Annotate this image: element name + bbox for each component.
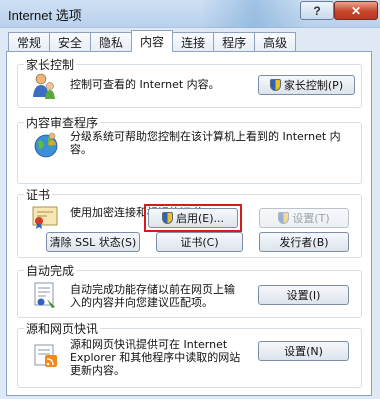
feeds-description-line2: Explorer 和其他程序中读取的网站 (70, 351, 241, 364)
parental-controls-group: 家长控制 控制可查看的 Internet 内容。 家长控制(P) (17, 56, 362, 108)
feeds-description-line1: 源和网页快讯提供可在 Internet (70, 338, 228, 351)
autocomplete-description-line2: 入的内容并向您建议匹配项。 (70, 296, 213, 309)
autocomplete-icon (34, 282, 55, 308)
tab-programs[interactable]: 程序 (213, 32, 256, 52)
close-button[interactable]: ✕ (334, 1, 378, 20)
parental-controls-description: 控制可查看的 Internet 内容。 (70, 78, 220, 91)
title-bar: Internet 选项 ? ✕ (0, 0, 380, 28)
uac-shield-icon (269, 79, 281, 91)
certificates-title: 证书 (24, 186, 53, 203)
tab-security[interactable]: 安全 (49, 32, 92, 52)
tab-connections[interactable]: 连接 (172, 32, 215, 52)
autocomplete-title: 自动完成 (24, 262, 77, 279)
window-title: Internet 选项 (8, 8, 82, 23)
content-tab-panel: 家长控制 控制可查看的 Internet 内容。 家长控制(P) 内容审查程序 … (6, 51, 372, 396)
certificate-icon (32, 206, 58, 229)
tab-content[interactable]: 内容 (131, 30, 174, 52)
publishers-button[interactable]: 发行者(B) (259, 232, 349, 252)
autocomplete-settings-button[interactable]: 设置(I) (258, 285, 349, 305)
tab-privacy[interactable]: 隐私 (90, 32, 133, 52)
parental-controls-title: 家长控制 (24, 56, 77, 73)
title-bar-glass (200, 0, 310, 28)
content-advisor-description-line1: 分级系统可帮助您控制在该计算机上看到的 Internet 内 (70, 130, 341, 143)
tab-strip: 常规 安全 隐私 内容 连接 程序 高级 (8, 30, 297, 52)
clear-ssl-state-button[interactable]: 清除 SSL 状态(S) (46, 232, 140, 252)
feeds-description-line3: 更新内容。 (70, 364, 125, 377)
enable-button-highlight (144, 204, 242, 232)
globe-person-icon (34, 132, 58, 158)
content-advisor-title: 内容审查程序 (24, 114, 101, 131)
autocomplete-group: 自动完成 自动完成功能存储以前在网页上输 入的内容并向您建议匹配项。 设置(I) (17, 262, 362, 318)
tab-general[interactable]: 常规 (8, 32, 51, 52)
content-advisor-group: 内容审查程序 分级系统可帮助您控制在该计算机上看到的 Internet 内 容。 (17, 114, 362, 184)
tab-advanced[interactable]: 高级 (254, 32, 297, 52)
parental-controls-button[interactable]: 家长控制(P) (258, 75, 355, 95)
help-button[interactable]: ? (300, 1, 334, 20)
feeds-title: 源和网页快讯 (24, 320, 101, 337)
parental-users-icon (33, 73, 55, 99)
content-advisor-description-line2: 容。 (70, 143, 92, 156)
parental-controls-button-label: 家长控制(P) (283, 79, 344, 92)
certificates-button[interactable]: 证书(C) (156, 232, 243, 252)
feeds-group: 源和网页快讯 源和网页快讯提供可在 Internet Explorer 和其他程… (17, 320, 362, 388)
autocomplete-description-line1: 自动完成功能存储以前在网页上输 (70, 283, 235, 296)
feeds-settings-button[interactable]: 设置(N) (258, 341, 349, 361)
feeds-icon (34, 344, 57, 367)
